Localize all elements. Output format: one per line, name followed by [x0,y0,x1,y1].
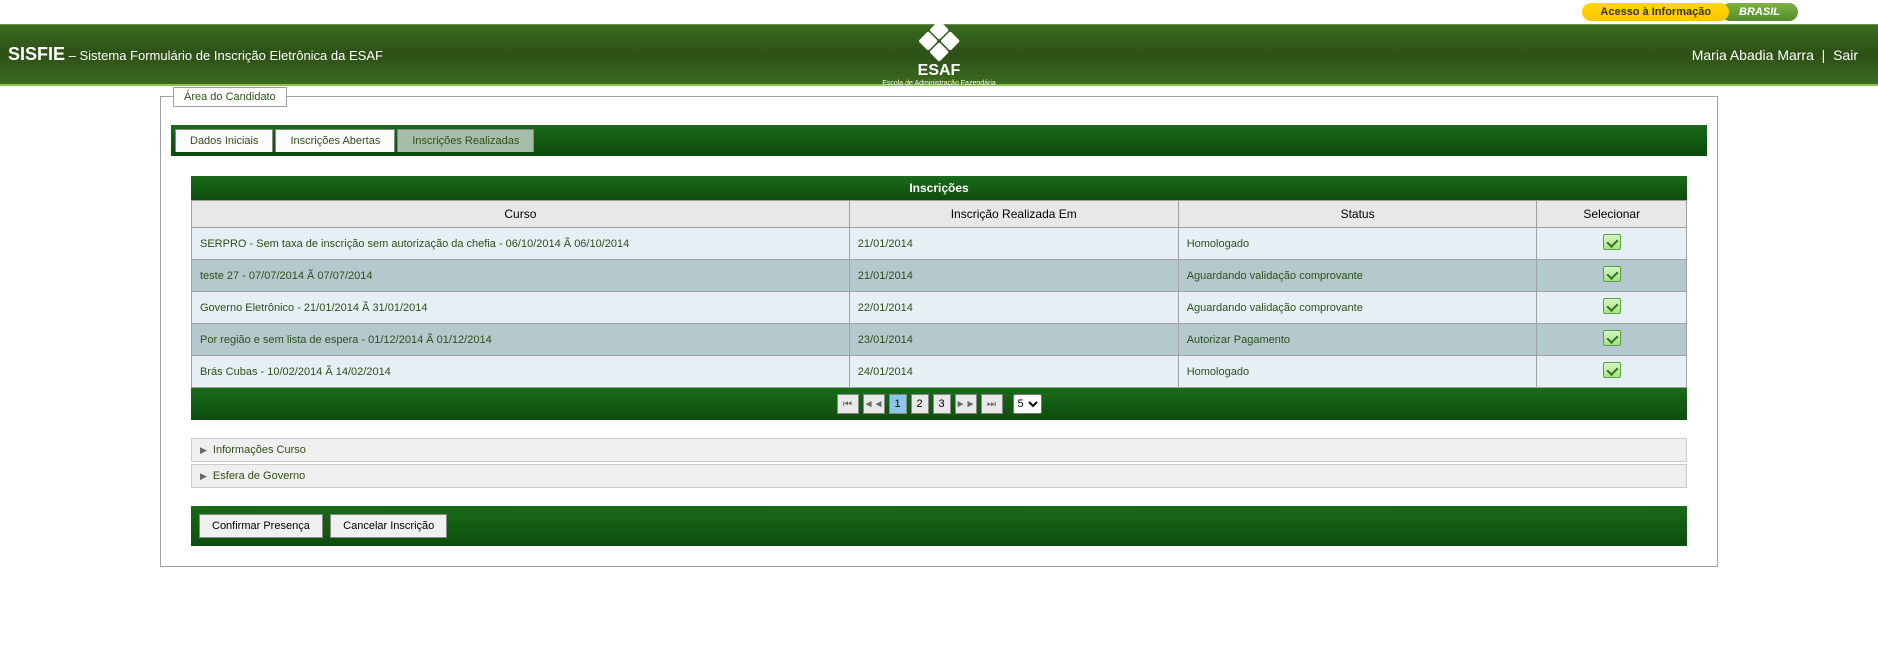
esaf-logo-icon [921,23,957,59]
col-header-status: Status [1178,201,1537,228]
cancelar-inscricao-button[interactable]: Cancelar Inscrição [330,514,447,538]
cell-curso: SERPRO - Sem taxa de inscrição sem autor… [192,228,850,260]
tab-content: Inscrições Curso Inscrição Realizada Em … [171,156,1707,556]
cell-curso: Brás Cubas - 10/02/2014 Ã 14/02/2014 [192,356,850,388]
cell-realizada: 24/01/2014 [849,356,1178,388]
logout-link[interactable]: Sair [1833,47,1858,63]
page-size-select[interactable]: 5 [1013,394,1042,414]
cell-status: Aguardando validação comprovante [1178,292,1537,324]
cell-curso: Por região e sem lista de espera - 01/12… [192,324,850,356]
cell-curso: teste 27 - 07/07/2014 Ã 07/07/2014 [192,260,850,292]
page-prev-icon[interactable]: ◄◄ [863,394,885,414]
col-header-curso: Curso [192,201,850,228]
cell-curso: Governo Eletrônico - 21/01/2014 Ã 31/01/… [192,292,850,324]
candidate-area-fieldset: Área do Candidato Dados Iniciais Inscriç… [160,96,1718,567]
cell-status: Homologado [1178,228,1537,260]
select-check-icon[interactable] [1603,234,1621,250]
acesso-informacao-button[interactable]: Acesso à Informação [1582,3,1729,21]
cell-realizada: 22/01/2014 [849,292,1178,324]
chevron-right-icon: ▶ [200,471,207,482]
tab-inscricoes-realizadas[interactable]: Inscrições Realizadas [397,129,534,152]
cell-realizada: 21/01/2014 [849,260,1178,292]
chevron-right-icon: ▶ [200,445,207,456]
select-check-icon[interactable] [1603,330,1621,346]
table-row: Por região e sem lista de espera - 01/12… [192,324,1687,356]
table-row: teste 27 - 07/07/2014 Ã 07/07/2014 21/01… [192,260,1687,292]
inscricoes-table: Curso Inscrição Realizada Em Status Sele… [191,200,1687,388]
logo-subtext: Escola de Administração Fazendária [882,80,996,87]
select-check-icon[interactable] [1603,362,1621,378]
cell-status: Autorizar Pagamento [1178,324,1537,356]
tab-inscricoes-abertas[interactable]: Inscrições Abertas [275,129,395,152]
select-check-icon[interactable] [1603,298,1621,314]
accordion-label: Esfera de Governo [213,470,305,482]
logo-text: ESAF [918,62,961,79]
table-row: SERPRO - Sem taxa de inscrição sem autor… [192,228,1687,260]
page-number[interactable]: 1 [889,394,907,414]
table-row: Brás Cubas - 10/02/2014 Ã 14/02/2014 24/… [192,356,1687,388]
fieldset-legend: Área do Candidato [173,87,287,107]
cell-realizada: 21/01/2014 [849,228,1178,260]
cell-status: Homologado [1178,356,1537,388]
page-number[interactable]: 2 [911,394,929,414]
table-row: Governo Eletrônico - 21/01/2014 Ã 31/01/… [192,292,1687,324]
accordion: ▶ Informações Curso ▶ Esfera de Governo [191,438,1687,488]
app-title: SISFIE [8,44,65,64]
accordion-label: Informações Curso [213,444,306,456]
brasil-button[interactable]: BRASIL [1721,3,1798,21]
cell-status: Aguardando validação comprovante [1178,260,1537,292]
page-number[interactable]: 3 [933,394,951,414]
paginator: ⏮ ◄◄ 1 2 3 ►► ⏭ 5 [191,388,1687,420]
header-title: SISFIE – Sistema Formulário de Inscrição… [0,44,383,65]
accordion-esfera-governo[interactable]: ▶ Esfera de Governo [191,464,1687,488]
col-header-realizada: Inscrição Realizada Em [849,201,1178,228]
action-bar: Confirmar Presença Cancelar Inscrição [191,506,1687,546]
header-banner: SISFIE – Sistema Formulário de Inscrição… [0,24,1878,86]
tab-dados-iniciais[interactable]: Dados Iniciais [175,129,273,152]
accordion-informacoes-curso[interactable]: ▶ Informações Curso [191,438,1687,462]
user-name-label: Maria Abadia Marra [1692,47,1814,63]
page-next-icon[interactable]: ►► [955,394,977,414]
confirmar-presenca-button[interactable]: Confirmar Presença [199,514,323,538]
cell-realizada: 23/01/2014 [849,324,1178,356]
header-logo: ESAF Escola de Administração Fazendária [882,23,996,87]
page-last-icon[interactable]: ⏭ [981,394,1003,414]
page-first-icon[interactable]: ⏮ [837,394,859,414]
app-subtitle: – Sistema Formulário de Inscrição Eletrô… [65,48,383,63]
col-header-selecionar: Selecionar [1537,201,1687,228]
select-check-icon[interactable] [1603,266,1621,282]
header-user-area: Maria Abadia Marra | Sair [1692,47,1858,63]
table-title: Inscrições [191,176,1687,200]
tab-bar: Dados Iniciais Inscrições Abertas Inscri… [175,129,1707,152]
